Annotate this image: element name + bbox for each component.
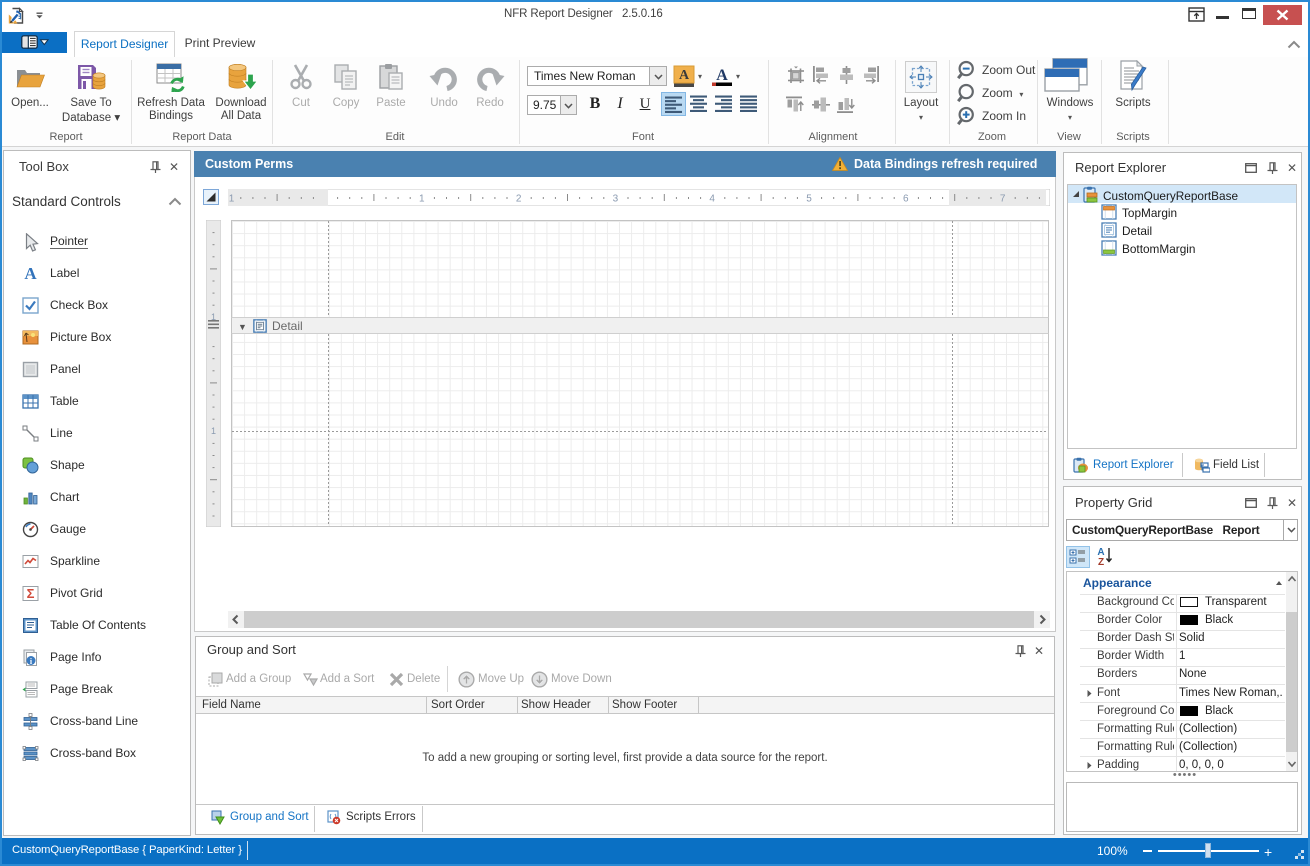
svg-text:1: 1 bbox=[229, 194, 235, 205]
svg-text:1: 1 bbox=[419, 194, 425, 205]
svg-text:Σ: Σ bbox=[27, 586, 35, 601]
svg-text:7: 7 bbox=[1000, 194, 1006, 205]
svg-text:1: 1 bbox=[211, 426, 216, 436]
svg-text:A: A bbox=[716, 67, 728, 84]
svg-text:Z: Z bbox=[1098, 557, 1104, 566]
svg-text:2: 2 bbox=[516, 194, 522, 205]
svg-text:6: 6 bbox=[903, 194, 909, 205]
svg-text:A: A bbox=[679, 68, 690, 83]
svg-text:4: 4 bbox=[709, 194, 715, 205]
svg-text:5: 5 bbox=[806, 194, 812, 205]
svg-text:A: A bbox=[24, 265, 37, 282]
svg-text:3: 3 bbox=[613, 194, 619, 205]
